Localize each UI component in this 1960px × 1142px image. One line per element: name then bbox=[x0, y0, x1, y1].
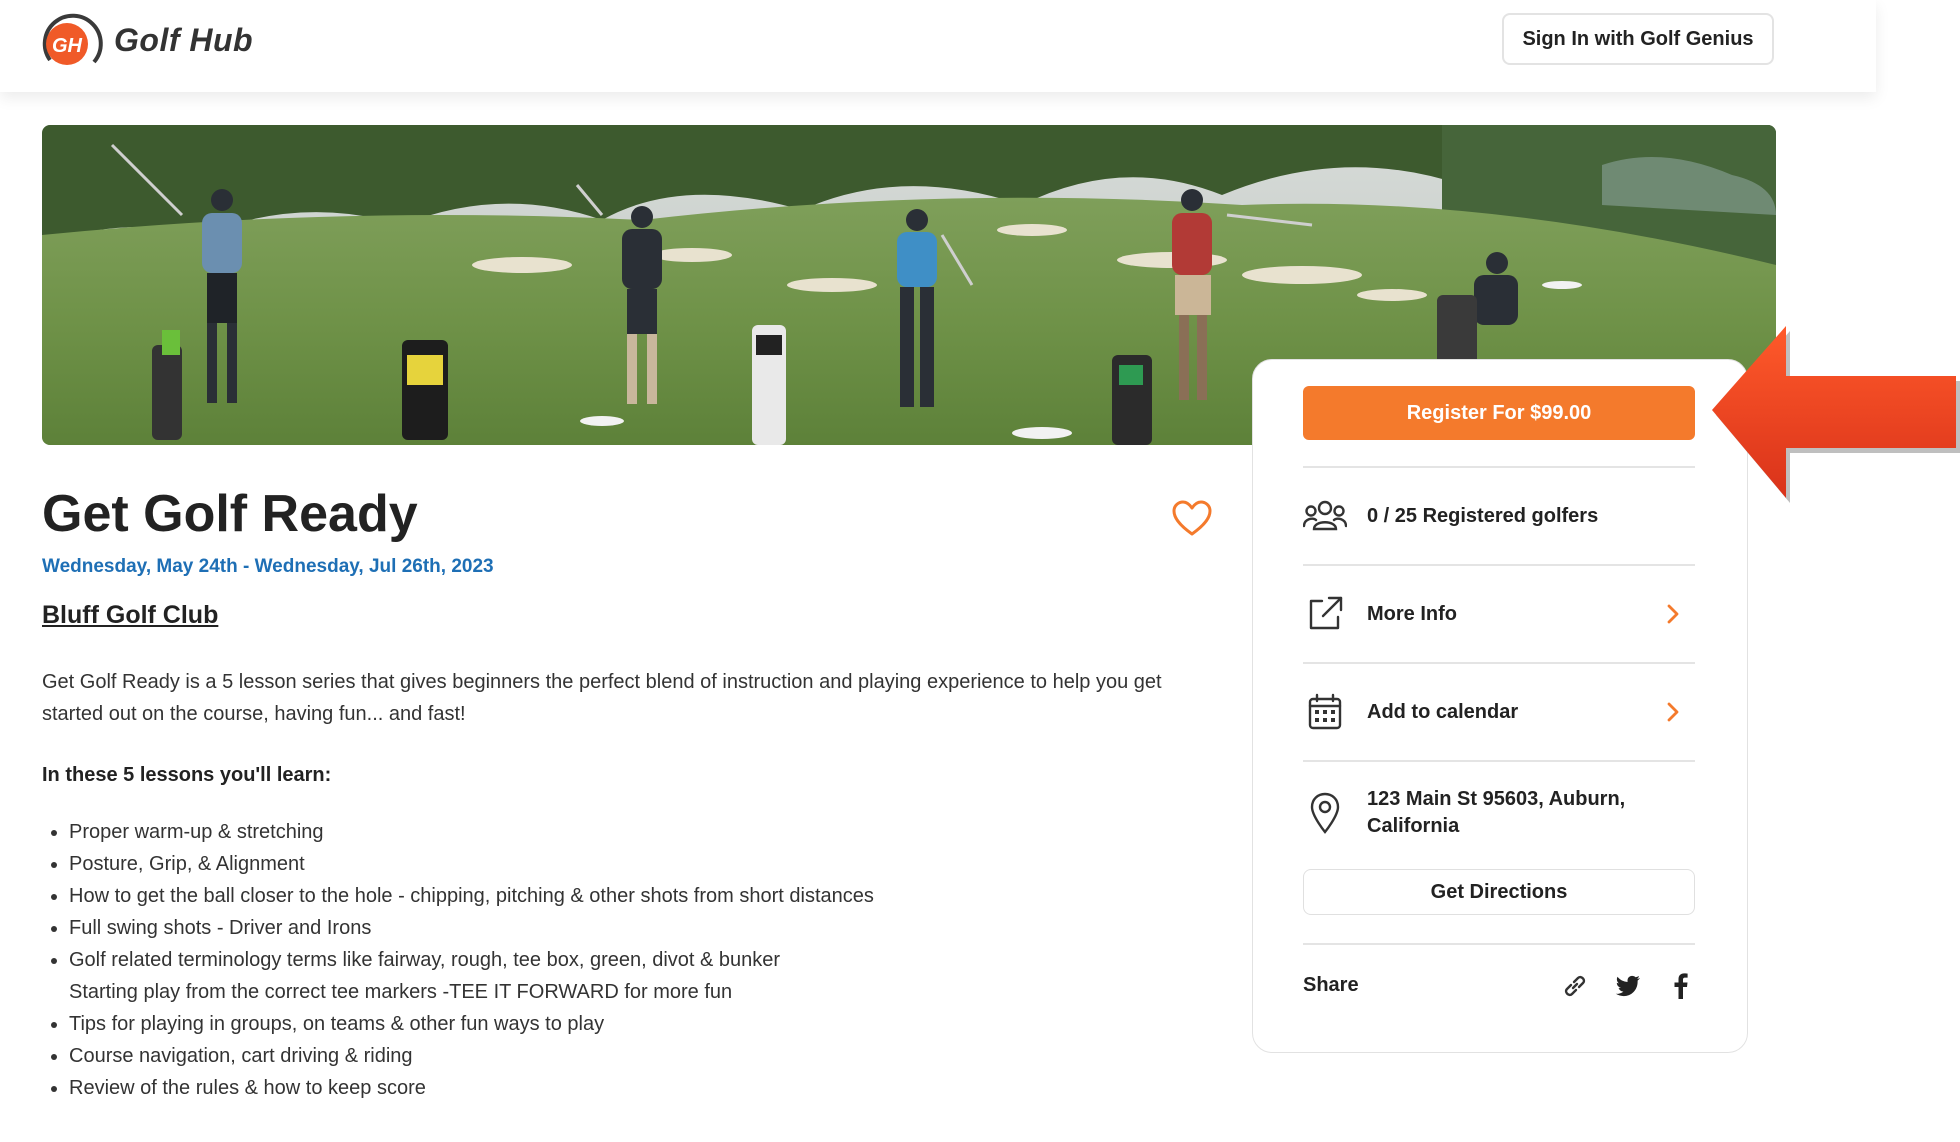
registered-count: 0 / 25 Registered golfers bbox=[1367, 504, 1599, 527]
top-navigation-bar: GH Golf Hub Sign In with Golf Genius bbox=[0, 0, 1876, 92]
divider bbox=[1303, 564, 1695, 566]
annotation-arrow bbox=[1700, 318, 1960, 508]
share-label: Share bbox=[1303, 974, 1359, 996]
lessons-heading: In these 5 lessons you'll learn: bbox=[42, 764, 332, 786]
address-row: 123 Main St 95603, Auburn, California bbox=[1303, 786, 1663, 840]
chevron-right-icon bbox=[1667, 702, 1679, 722]
link-icon[interactable] bbox=[1560, 971, 1590, 1001]
chevron-right-icon bbox=[1667, 604, 1679, 624]
list-item: Full swing shots - Driver and Irons bbox=[69, 912, 874, 944]
list-item: Review of the rules & how to keep score bbox=[69, 1072, 874, 1104]
get-directions-button[interactable]: Get Directions bbox=[1303, 869, 1695, 915]
users-icon bbox=[1303, 494, 1347, 538]
club-link[interactable]: Bluff Golf Club bbox=[42, 601, 218, 630]
add-to-calendar-label: Add to calendar bbox=[1367, 700, 1519, 723]
divider bbox=[1303, 662, 1695, 664]
map-pin-icon bbox=[1303, 791, 1347, 835]
calendar-icon bbox=[1303, 690, 1347, 734]
list-item: Course navigation, cart driving & riding bbox=[69, 1040, 874, 1072]
facebook-icon[interactable] bbox=[1666, 971, 1696, 1001]
register-button[interactable]: Register For $99.00 bbox=[1303, 386, 1695, 440]
event-description: Get Golf Ready is a 5 lesson series that… bbox=[42, 671, 1162, 725]
add-to-calendar-row[interactable]: Add to calendar bbox=[1303, 690, 1695, 734]
lessons-list: Proper warm-up & stretching Posture, Gri… bbox=[42, 816, 874, 1104]
divider bbox=[1303, 760, 1695, 762]
divider bbox=[1303, 466, 1695, 468]
sign-in-button[interactable]: Sign In with Golf Genius bbox=[1502, 13, 1774, 65]
event-address: 123 Main St 95603, Auburn, California bbox=[1367, 788, 1626, 837]
registered-golfers-row: 0 / 25 Registered golfers bbox=[1303, 494, 1695, 538]
list-item: Tips for playing in groups, on teams & o… bbox=[69, 1008, 874, 1040]
more-info-label: More Info bbox=[1367, 602, 1457, 625]
divider bbox=[1303, 943, 1695, 945]
golf-hub-logo[interactable]: GH bbox=[36, 10, 104, 76]
brand-name: Golf Hub bbox=[114, 22, 254, 58]
registration-card: Register For $99.00 0 / 25 Registered go… bbox=[1252, 359, 1748, 1053]
external-link-icon bbox=[1303, 592, 1347, 636]
event-title: Get Golf Ready bbox=[42, 485, 418, 543]
heart-icon[interactable] bbox=[1172, 500, 1212, 538]
logo-initials: GH bbox=[52, 35, 83, 57]
list-item: Posture, Grip, & Alignment bbox=[69, 848, 874, 880]
twitter-icon[interactable] bbox=[1613, 971, 1643, 1001]
list-item: How to get the ball closer to the hole -… bbox=[69, 880, 874, 912]
list-item: Proper warm-up & stretching bbox=[69, 816, 874, 848]
more-info-row[interactable]: More Info bbox=[1303, 592, 1695, 636]
event-dates: Wednesday, May 24th - Wednesday, Jul 26t… bbox=[42, 556, 494, 577]
list-item: Starting play from the correct tee marke… bbox=[69, 981, 733, 1003]
list-item: Golf related terminology terms like fair… bbox=[69, 944, 874, 976]
